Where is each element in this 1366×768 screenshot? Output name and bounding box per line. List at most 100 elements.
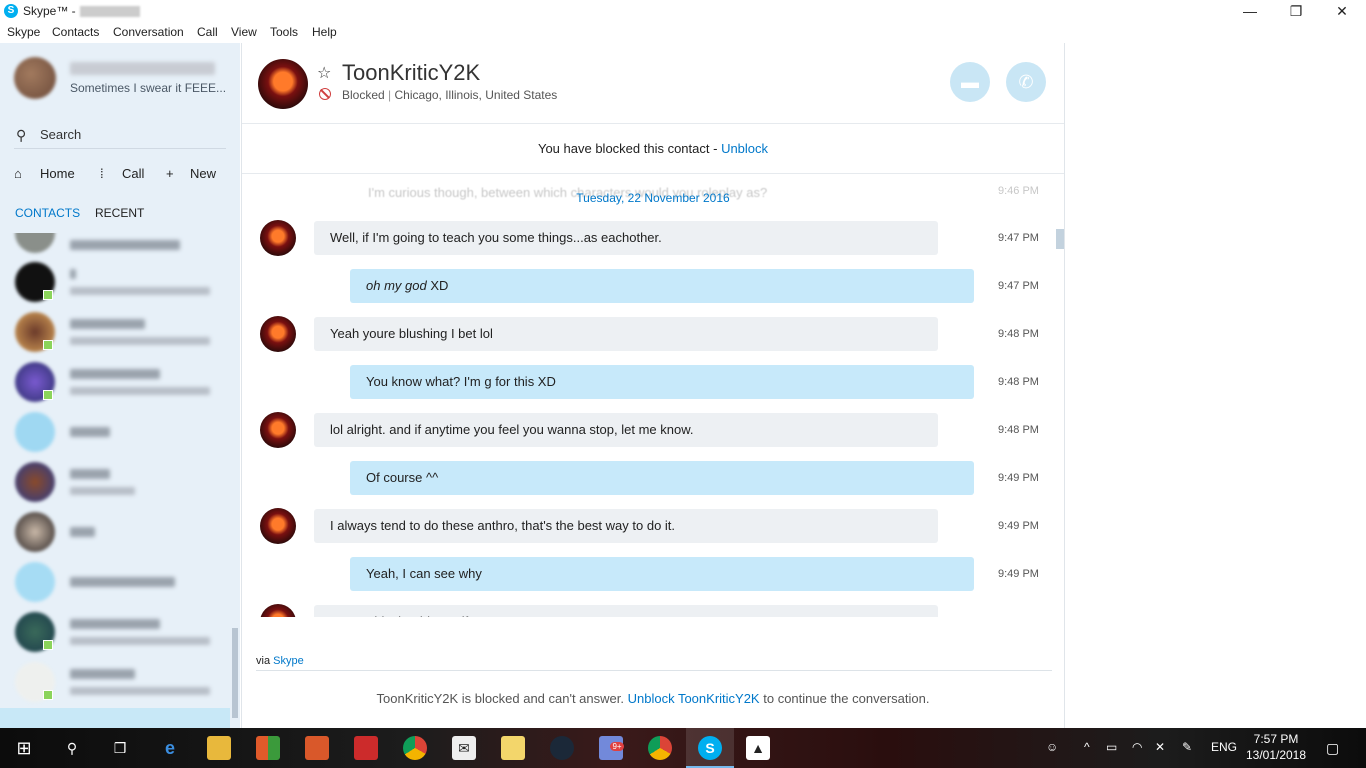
message-incoming[interactable]: Wanna blush a bit any if you want? bbox=[314, 605, 938, 617]
menu-call[interactable]: Call bbox=[197, 25, 218, 39]
file-explorer-icon[interactable] bbox=[207, 736, 231, 760]
photos-icon[interactable]: ▲ bbox=[746, 736, 770, 760]
my-mood[interactable]: Sometimes I swear it FEEE... bbox=[70, 81, 226, 95]
message-outgoing[interactable]: oh my god XD bbox=[350, 269, 974, 303]
blocked-banner: You have blocked this contact - Unblock bbox=[242, 123, 1064, 174]
list-item[interactable] bbox=[0, 233, 230, 258]
tab-contacts[interactable]: CONTACTS bbox=[15, 206, 80, 220]
windows-start-icon[interactable]: ⊞ bbox=[12, 736, 36, 760]
contact-avatar[interactable] bbox=[258, 59, 308, 109]
nav-new[interactable]: New bbox=[190, 166, 216, 181]
via-label: via Skype bbox=[256, 655, 304, 667]
title-bar: S Skype™ - — ❐ ✕ bbox=[0, 0, 1366, 22]
message-incoming[interactable]: Well, if I'm going to teach you some thi… bbox=[314, 221, 938, 255]
message-incoming[interactable]: lol alright. and if anytime you feel you… bbox=[314, 413, 938, 447]
my-avatar[interactable] bbox=[14, 57, 56, 99]
skype-taskbar-icon[interactable]: S bbox=[698, 736, 722, 760]
search-icon[interactable]: ⚲ bbox=[60, 736, 84, 760]
message-list[interactable]: I'm curious though, between which charac… bbox=[242, 175, 1064, 617]
task-view-icon[interactable]: ❒ bbox=[108, 736, 132, 760]
wifi-icon[interactable]: ◠ bbox=[1132, 740, 1142, 754]
audio-call-button[interactable]: ✆ bbox=[1006, 62, 1046, 102]
my-name-blurred[interactable] bbox=[70, 62, 215, 75]
chrome-profile-icon[interactable] bbox=[648, 736, 672, 760]
blocked-footer-text: ToonKriticY2K is blocked and can't answe… bbox=[376, 691, 624, 706]
contact-location: Chicago, Illinois, United States bbox=[394, 88, 558, 102]
message-time: 9:49 PM bbox=[998, 568, 1039, 580]
contact-name-blurred bbox=[70, 369, 160, 379]
via-skype-link[interactable]: Skype bbox=[273, 655, 304, 667]
contact-name-blurred bbox=[70, 469, 110, 479]
list-item[interactable] bbox=[0, 257, 230, 307]
message-outgoing[interactable]: You know what? I'm g for this XD bbox=[350, 365, 974, 399]
menu-bar: Skype Contacts Conversation Call View To… bbox=[0, 22, 1366, 42]
edge-browser-icon[interactable]: e bbox=[158, 736, 182, 760]
pen-icon[interactable]: ✎ bbox=[1182, 740, 1192, 754]
unblock-contact-link[interactable]: Unblock ToonKriticY2K bbox=[628, 691, 760, 706]
search-box[interactable]: ⚲ Search bbox=[14, 125, 226, 149]
volume-muted-icon[interactable]: ✕ bbox=[1155, 740, 1165, 754]
app-icon[interactable] bbox=[305, 736, 329, 760]
reader-icon[interactable] bbox=[354, 736, 378, 760]
language-indicator[interactable]: ENG bbox=[1211, 740, 1237, 754]
close-button[interactable]: ✕ bbox=[1319, 0, 1365, 22]
discord-icon[interactable]: 9+ bbox=[599, 736, 624, 760]
unblock-link[interactable]: Unblock bbox=[721, 141, 768, 156]
menu-contacts[interactable]: Contacts bbox=[52, 25, 99, 39]
menu-tools[interactable]: Tools bbox=[270, 25, 298, 39]
search-icon: ⚲ bbox=[16, 127, 27, 143]
menu-skype[interactable]: Skype bbox=[7, 25, 40, 39]
list-item[interactable] bbox=[0, 457, 230, 507]
sender-avatar[interactable] bbox=[260, 220, 296, 256]
nav-home[interactable]: Home bbox=[40, 166, 75, 181]
message-outgoing[interactable]: Of course ^^ bbox=[350, 461, 974, 495]
nav-call[interactable]: Call bbox=[122, 166, 144, 181]
steam-icon[interactable] bbox=[550, 736, 574, 760]
message-scrollbar[interactable] bbox=[1056, 229, 1064, 249]
contacts-list bbox=[0, 233, 230, 728]
clock[interactable]: 7:57 PM 13/01/2018 bbox=[1236, 731, 1316, 763]
list-item[interactable] bbox=[0, 557, 230, 607]
people-icon[interactable]: ☺ bbox=[1046, 740, 1058, 754]
window-title: Skype™ - bbox=[23, 4, 140, 18]
store-icon[interactable] bbox=[256, 736, 280, 760]
mail-icon[interactable]: ✉ bbox=[452, 736, 476, 760]
contact-name[interactable]: ToonKriticY2K bbox=[342, 60, 480, 86]
menu-view[interactable]: View bbox=[231, 25, 257, 39]
blocked-footer: ToonKriticY2K is blocked and can't answe… bbox=[242, 691, 1064, 706]
avatar bbox=[15, 512, 55, 552]
maximize-button[interactable]: ❐ bbox=[1273, 0, 1319, 22]
favorite-star-icon[interactable]: ☆ bbox=[317, 63, 331, 83]
sender-avatar[interactable] bbox=[260, 604, 296, 617]
action-center-icon[interactable]: ▢ bbox=[1326, 740, 1339, 757]
contact-name-blurred bbox=[70, 319, 145, 329]
tab-recent[interactable]: RECENT bbox=[95, 206, 144, 220]
contact-status-blurred bbox=[70, 337, 210, 345]
sender-avatar[interactable] bbox=[260, 412, 296, 448]
list-item[interactable] bbox=[0, 657, 230, 707]
selected-contact-row[interactable] bbox=[0, 708, 230, 728]
list-item[interactable] bbox=[0, 357, 230, 407]
battery-icon[interactable]: ▭ bbox=[1106, 740, 1117, 754]
list-item[interactable] bbox=[0, 407, 230, 457]
message-incoming[interactable]: I always tend to do these anthro, that's… bbox=[314, 509, 938, 543]
list-item[interactable] bbox=[0, 607, 230, 657]
list-item[interactable] bbox=[0, 307, 230, 357]
menu-conversation[interactable]: Conversation bbox=[113, 25, 184, 39]
minimize-button[interactable]: — bbox=[1227, 0, 1273, 22]
sticky-notes-icon[interactable] bbox=[501, 736, 525, 760]
phone-icon: ✆ bbox=[1018, 72, 1034, 92]
list-item[interactable] bbox=[0, 507, 230, 557]
message-outgoing[interactable]: Yeah, I can see why bbox=[350, 557, 974, 591]
menu-help[interactable]: Help bbox=[312, 25, 337, 39]
right-pane bbox=[1066, 43, 1366, 728]
message-incoming[interactable]: Yeah youre blushing I bet lol bbox=[314, 317, 938, 351]
sender-avatar[interactable] bbox=[260, 316, 296, 352]
dialpad-icon: ⁞ bbox=[100, 166, 104, 181]
sender-avatar[interactable] bbox=[260, 508, 296, 544]
chrome-icon[interactable] bbox=[403, 736, 427, 760]
chevron-up-icon[interactable]: ^ bbox=[1084, 740, 1090, 754]
video-call-button[interactable]: ▬ bbox=[950, 62, 990, 102]
presence-icon bbox=[43, 340, 53, 350]
sidebar-scrollbar[interactable] bbox=[232, 628, 238, 718]
